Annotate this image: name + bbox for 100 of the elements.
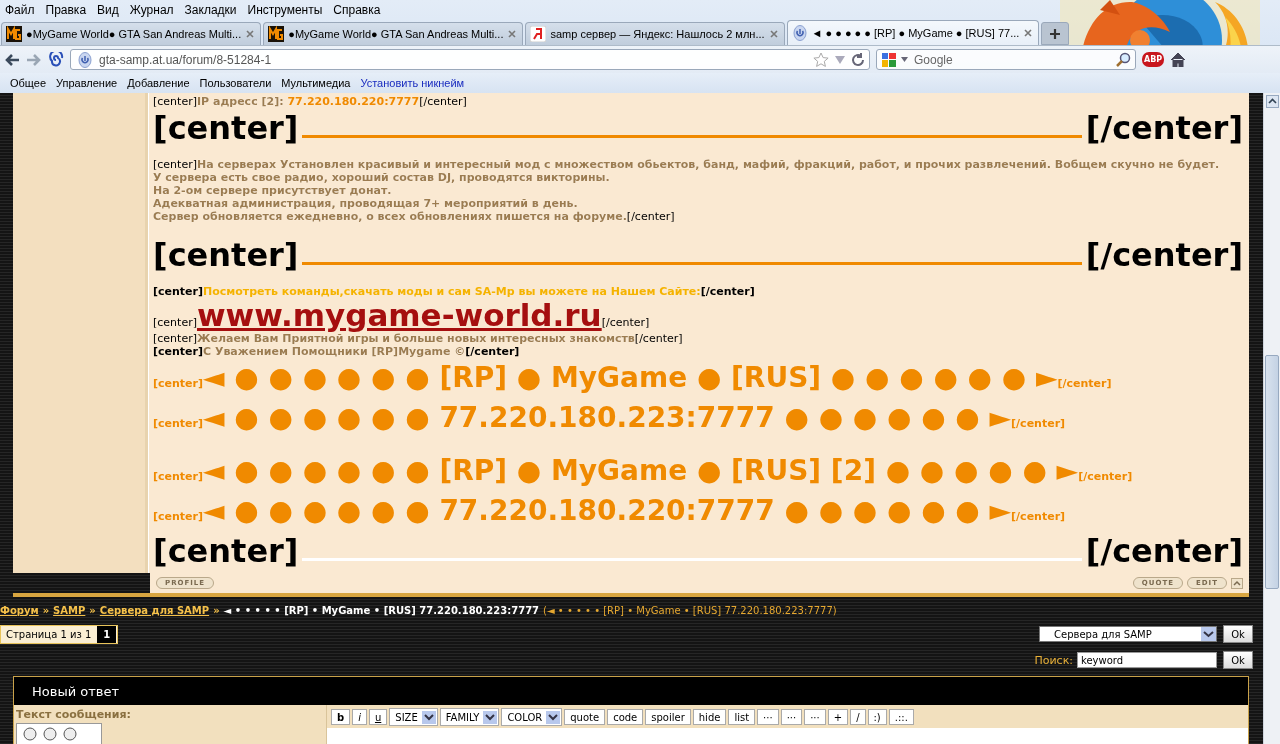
close-icon[interactable]: [768, 29, 779, 39]
topic-subtitle: (◄ • • • • • [RP] • MyGame • [RUS] 77.220.180.223:7777): [543, 604, 837, 616]
toolbar-menu[interactable]: Добавление: [122, 77, 195, 89]
toolbar-button[interactable]: +: [827, 709, 849, 725]
toolbar-button[interactable]: .::.: [888, 709, 914, 725]
breadcrumb-link[interactable]: Форум: [0, 604, 39, 616]
bbcode-tag: [center]: [153, 285, 203, 298]
search-icon[interactable]: [1115, 51, 1131, 68]
post-text: С Уважением Помощники [RP]Mygame ©: [203, 345, 466, 358]
toolbar-menu[interactable]: Пользователи: [194, 77, 277, 89]
close-icon[interactable]: [1023, 28, 1034, 38]
search-box[interactable]: Google: [876, 49, 1136, 70]
toolbar-button[interactable]: spoiler: [645, 709, 691, 725]
squares-icon[interactable]: [881, 51, 897, 68]
web-search-field[interactable]: Google: [912, 51, 1111, 68]
adblock-button[interactable]: ABP: [1142, 52, 1165, 67]
field-label: Текст сообщения:: [16, 708, 132, 721]
bbcode-tag: [center]: [153, 533, 299, 569]
format-dropdown[interactable]: SIZE: [389, 708, 438, 726]
banner-text: ◄ ● ● ● ● ● ● [RP] ● MyGame ● [RUS] [2] ● ● ● ● ● ►: [203, 454, 1079, 487]
toolbar-button[interactable]: /: [850, 709, 866, 725]
menu-item[interactable]: Файл: [2, 3, 43, 17]
ok-button[interactable]: Ok: [1223, 625, 1253, 643]
menu-item[interactable]: Правка: [42, 3, 95, 17]
browser-tab[interactable]: ◄ ● ● ● ● ● [RP] ● MyGame ● [RUS] 77...: [786, 20, 1040, 45]
circle-icon[interactable]: [23, 727, 37, 741]
post-text: Адекватная администрация, проводящая 7+ мероприятий в день.: [153, 197, 578, 210]
breadcrumb-separator: »: [89, 604, 96, 616]
caret-icon[interactable]: [901, 57, 908, 62]
ip-address: 77.220.180.220:7777: [287, 95, 420, 108]
toolbar-button[interactable]: ···: [804, 709, 826, 725]
format-dropdown[interactable]: COLOR: [501, 708, 563, 726]
menu-item[interactable]: Справка: [330, 3, 389, 17]
forum-dropdown[interactable]: Сервера для SAMP: [1039, 626, 1217, 642]
banner-text: ◄ ● ● ● ● ● ● [RP] ● MyGame ● [RUS] ● ● ● ● ● ● ►: [203, 361, 1058, 394]
search-field[interactable]: keyword: [1077, 652, 1217, 668]
post-text: Посмотреть команды,скачать моды и сам SA-Mp вы можете на Нашем Сайте:: [203, 285, 701, 298]
bbcode-tag: [center]: [153, 377, 203, 390]
up-arrow-icon[interactable]: [1231, 577, 1243, 589]
reload-icon[interactable]: [851, 52, 865, 67]
bbcode-tag: [center]: [153, 332, 197, 345]
page-link[interactable]: 1: [97, 625, 117, 643]
bbcode-tag: [/center]: [634, 332, 683, 345]
toolbar-menu[interactable]: Общее: [5, 77, 52, 89]
browser-tab[interactable]: ●MyGame World● GTA San Andreas Multi...: [263, 22, 524, 45]
post-text: Сервер обновляется ежедневно, о всех обновлениях пишется на форуме.: [153, 210, 627, 223]
toolbar-menu[interactable]: Управление: [51, 77, 123, 89]
scrollbar-thumb[interactable]: [1265, 355, 1279, 589]
bbcode-tag: [/center]: [700, 285, 755, 298]
address-field[interactable]: gta-samp.at.ua/forum/8-51284-1: [70, 49, 870, 70]
website-link[interactable]: www.mygame-world.ru: [197, 297, 602, 333]
toolbar-button[interactable]: ···: [757, 709, 779, 725]
bbcode-tag: [center]: [153, 158, 197, 171]
menu-item[interactable]: Закладки: [181, 3, 245, 17]
post-text: Желаем Вам Приятной игры и больше новых интересных знакомств: [197, 332, 635, 345]
toolbar-button[interactable]: hide: [692, 709, 727, 725]
circle-icon[interactable]: [63, 727, 77, 741]
close-icon[interactable]: [245, 29, 256, 39]
format-dropdown[interactable]: FAMILY: [439, 708, 500, 726]
format-button[interactable]: b: [331, 709, 351, 725]
topic-title: ◄ • • • • • [RP] • MyGame • [RUS] 77.220.180.223:7777: [223, 604, 540, 616]
toolbar-button[interactable]: quote: [564, 709, 606, 725]
page-count: Страница 1 из 1: [5, 628, 93, 640]
scroll-up-icon[interactable]: [1265, 95, 1279, 108]
star-icon[interactable]: [813, 51, 829, 68]
format-button[interactable]: i: [352, 709, 367, 725]
circle-icon[interactable]: [43, 727, 57, 741]
menu-item[interactable]: Журнал: [126, 3, 182, 17]
post-text: На серверах Установлен красивый и интересный мод с множеством обьектов, банд, мафий, фракций, работ, и прочих развлечений. Вобщем скучно не будет.: [197, 158, 1220, 171]
menu-item[interactable]: Вид: [94, 3, 127, 17]
bbcode-tag: [/center]: [1011, 510, 1066, 523]
toolbar-link[interactable]: Установить никнейм: [355, 77, 470, 89]
toolbar-menu[interactable]: Мультимедиа: [276, 77, 356, 89]
post-text: У сервера есть свое радио, хороший состав DJ, проводятся викторины.: [153, 171, 610, 184]
back-icon[interactable]: [4, 52, 20, 67]
breadcrumb-link[interactable]: Сервера для SAMP: [99, 604, 210, 616]
close-icon[interactable]: [507, 29, 518, 39]
bbcode-tag: [center]: [153, 316, 197, 329]
bbcode-tag: [/center]: [465, 345, 520, 358]
bbcode-tag: [center]: [153, 510, 203, 523]
toolbar-button[interactable]: code: [607, 709, 644, 725]
bbcode-tag: [/center]: [1078, 470, 1133, 483]
format-button[interactable]: u: [368, 709, 388, 725]
bbcode-tag: [/center]: [1085, 237, 1243, 273]
toolbar-button[interactable]: list: [728, 709, 756, 725]
ok-button[interactable]: Ok: [1223, 651, 1253, 669]
browser-tab[interactable]: ●MyGame World● GTA San Andreas Multi...: [1, 22, 262, 45]
bbcode-tag: [/center]: [419, 95, 467, 108]
menu-item[interactable]: Инструменты: [244, 3, 331, 17]
browser-tab[interactable]: samp сервер — Яндекс: Нашлось 2 млн...: [525, 22, 785, 45]
toolbar-button[interactable]: ···: [780, 709, 803, 725]
new-tab-button[interactable]: [1041, 22, 1070, 45]
toolbar-button[interactable]: :): [867, 709, 887, 725]
bbcode-tag: [/center]: [1085, 110, 1243, 146]
breadcrumb-link[interactable]: SAMP: [53, 604, 86, 616]
post-text: IP адресс [2]:: [197, 95, 285, 108]
home-icon[interactable]: [1170, 52, 1187, 67]
bbcode-tag: [/center]: [1085, 533, 1243, 569]
site-icon: [77, 51, 93, 68]
bbcode-tag: [center]: [153, 417, 203, 430]
